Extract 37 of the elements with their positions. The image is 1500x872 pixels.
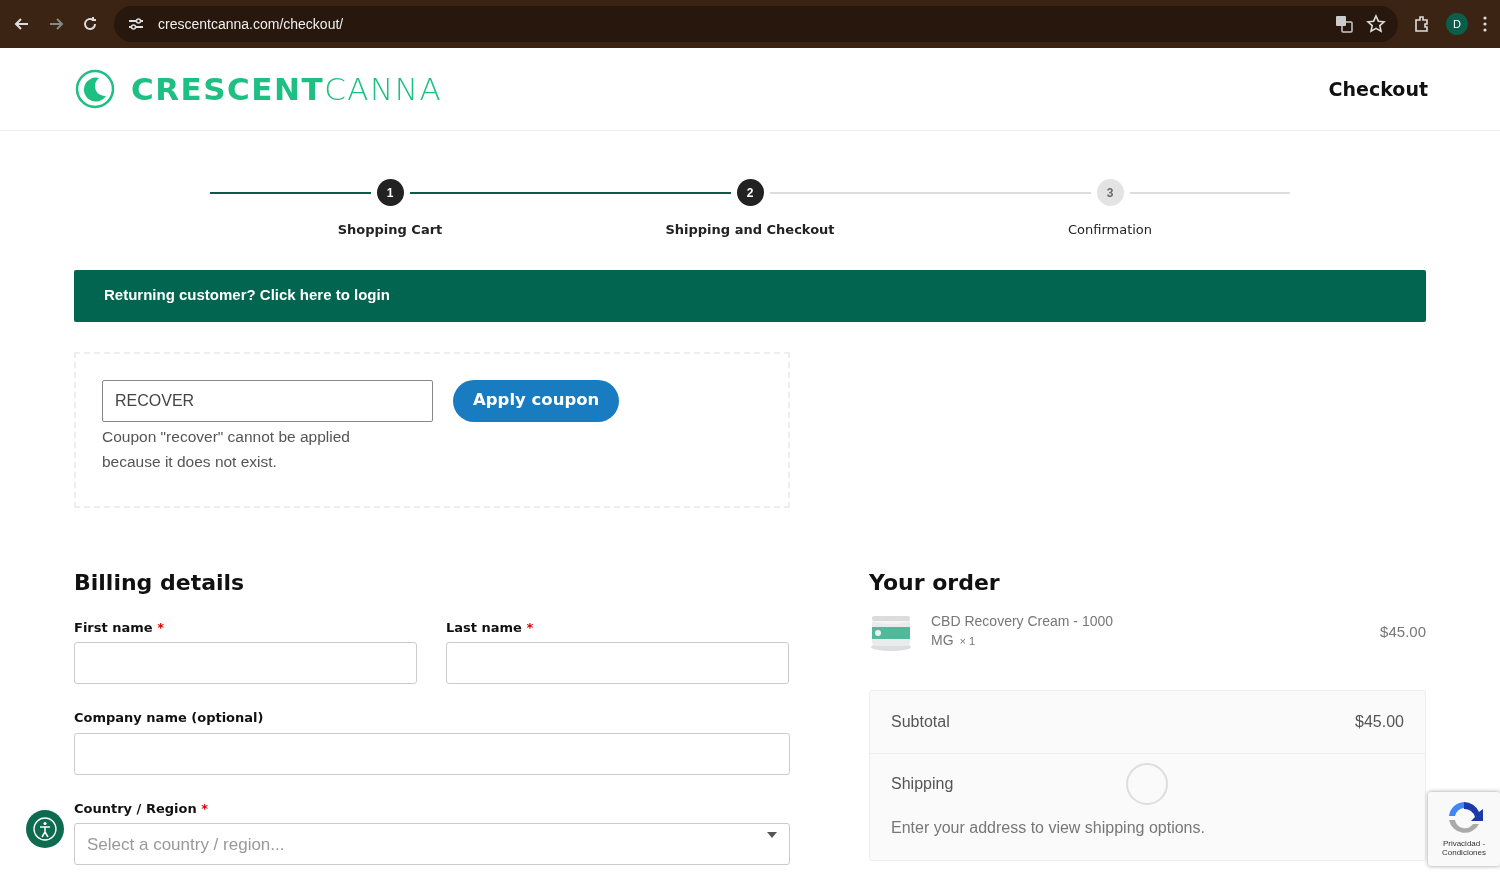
input-field[interactable]	[446, 642, 789, 685]
accessibility-button[interactable]	[26, 810, 64, 848]
login-link[interactable]: Returning customer? Click here to login	[104, 284, 390, 307]
step-number: 1	[376, 179, 404, 206]
product-name: CBD Recovery Cream - 1000 MG × 1	[931, 612, 1115, 651]
field-label: First name *	[74, 618, 165, 637]
field-label: Country / Region *	[74, 799, 209, 818]
field-label: Company name (optional)	[74, 709, 265, 728]
recaptcha-links[interactable]: Privacidad - Condiciones	[1428, 840, 1500, 858]
step-label: Shopping Cart	[337, 221, 443, 239]
coupon-field[interactable]: RECOVER	[102, 379, 433, 422]
shipping-note: Enter your address to view shipping options.	[891, 817, 1206, 838]
apply-coupon-button[interactable]: Apply coupon	[453, 379, 620, 422]
product-price: $45.00	[1380, 621, 1426, 642]
menu-icon[interactable]	[1482, 14, 1488, 34]
address-bar[interactable]: crescentcanna.com/checkout/	[114, 6, 1398, 42]
profile-avatar[interactable]: D	[1446, 13, 1468, 35]
crescent-icon	[75, 69, 115, 109]
section-heading: Billing details	[74, 569, 246, 596]
subtotal-label: Subtotal	[891, 711, 950, 732]
step-number: 3	[1096, 179, 1124, 206]
input-field[interactable]	[74, 642, 417, 685]
caret-icon	[767, 832, 777, 839]
field-label: Last name *	[446, 618, 535, 637]
step-label: Shipping and Checkout	[665, 221, 835, 239]
step-number: 2	[736, 179, 764, 206]
url-text: crescentcanna.com/checkout/	[158, 14, 344, 34]
star-icon[interactable]	[1366, 14, 1386, 34]
loading-spinner	[1126, 762, 1168, 805]
input-field[interactable]	[74, 732, 790, 775]
shipping-label: Shipping	[891, 773, 954, 794]
page-title: Checkout	[1328, 76, 1428, 102]
step-label: Confirmation	[1067, 221, 1153, 239]
coupon-error: Coupon "recover" cannot be applied because it does not exist.	[102, 426, 351, 472]
translate-icon[interactable]	[1334, 14, 1354, 34]
subtotal-value: $45.00	[1355, 711, 1404, 732]
section-heading: Your order	[869, 569, 1001, 596]
